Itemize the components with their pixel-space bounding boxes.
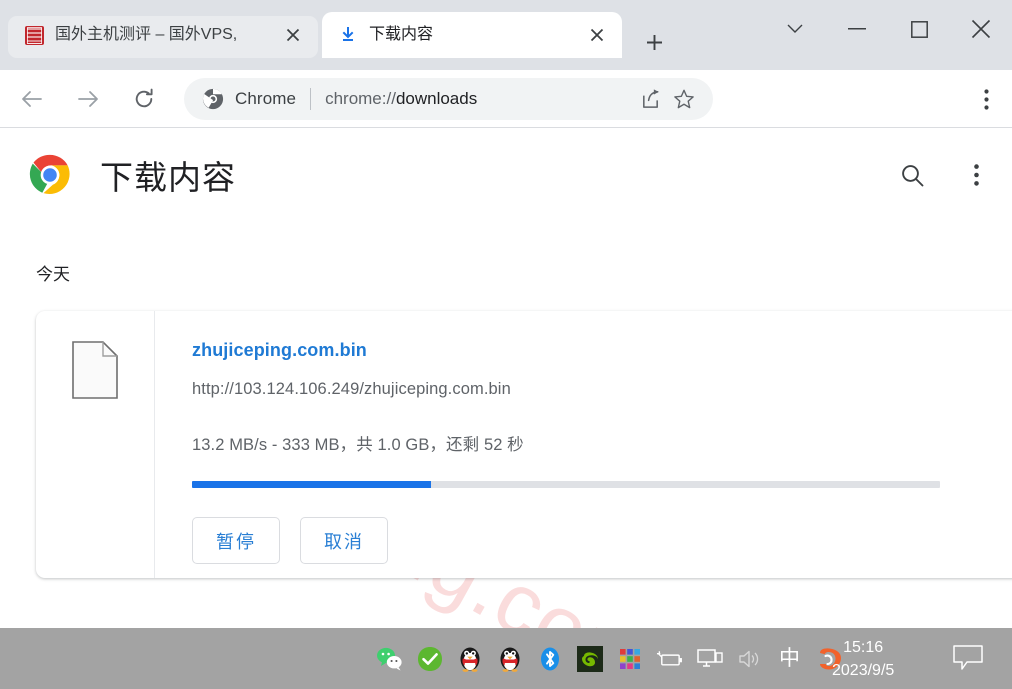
browser-window: 国外主机测评 – 国外VPS, 下载内容 Chrome chrome://dow… — [0, 0, 1012, 628]
star-icon — [674, 89, 694, 108]
file-icon-column — [36, 311, 155, 578]
tab-strip: 国外主机测评 – 国外VPS, 下载内容 — [0, 0, 1012, 70]
search-downloads-button[interactable] — [890, 153, 934, 197]
wechat-icon[interactable] — [376, 645, 403, 672]
tab-downloads[interactable]: 下载内容 — [322, 12, 622, 58]
url-scheme: chrome:// — [325, 88, 396, 108]
share-button[interactable] — [633, 82, 667, 116]
download-item-card: zhujiceping.com.bin http://103.124.106.2… — [36, 311, 1012, 578]
download-filename-link[interactable]: zhujiceping.com.bin — [192, 340, 367, 361]
checkmark-icon[interactable] — [416, 645, 443, 672]
download-card-actions: 暂停 取消 — [192, 517, 1012, 564]
url-path: downloads — [395, 88, 478, 108]
close-window-button[interactable] — [950, 0, 1012, 58]
arrow-left-icon — [22, 90, 42, 107]
ime-label: 中 — [779, 646, 800, 670]
maximize-icon — [910, 20, 928, 38]
address-bar[interactable]: Chrome chrome://downloads — [184, 77, 713, 120]
window-controls — [764, 0, 1012, 58]
download-icon — [338, 25, 358, 45]
reload-button[interactable] — [124, 79, 164, 119]
omnibox-separator — [310, 87, 312, 110]
tab-background[interactable]: 国外主机测评 – 国外VPS, — [8, 12, 318, 58]
notification-button[interactable] — [952, 644, 984, 672]
downloads-date-group-label: 今天 — [36, 265, 70, 284]
new-tab-button[interactable] — [636, 24, 672, 60]
close-icon — [286, 28, 300, 42]
chrome-logo-icon — [202, 88, 224, 110]
ime-chinese-icon[interactable]: 中 — [776, 645, 803, 672]
plus-icon — [646, 34, 662, 50]
browser-toolbar: Chrome chrome://downloads — [0, 70, 1012, 128]
qq-penguin-icon[interactable] — [456, 645, 483, 672]
tab-title: 国外主机测评 – 国外VPS, — [55, 26, 238, 43]
download-source-url: http://103.124.106.249/zhujiceping.com.b… — [192, 380, 511, 398]
close-icon — [971, 19, 991, 39]
browser-menu-button[interactable] — [966, 79, 1006, 119]
tab-close-button[interactable] — [584, 22, 610, 48]
downloads-page-header: 下载内容 — [0, 129, 1012, 221]
tab-search-button[interactable] — [764, 0, 826, 58]
clock-date: 2023/9/5 — [832, 661, 895, 679]
downloads-page: zhujiceping.com 下载内容 — [0, 129, 1012, 628]
generic-file-icon — [72, 341, 118, 399]
download-status-text: 13.2 MB/s - 333 MB，共 1.0 GB，还剩 52 秒 — [192, 436, 524, 454]
notification-bubble-icon — [953, 645, 983, 670]
share-icon — [642, 89, 659, 108]
chrome-logo-color-icon — [28, 153, 72, 197]
clock-time: 15:16 — [843, 638, 884, 656]
reload-icon — [135, 88, 153, 107]
omnibox-url-text: chrome://downloads — [325, 89, 633, 109]
omnibox-chrome-label: Chrome — [235, 88, 297, 108]
qq-penguin-2-icon[interactable] — [496, 645, 523, 672]
downloads-menu-button[interactable] — [954, 153, 998, 197]
minimize-icon — [848, 28, 866, 30]
nvidia-icon[interactable] — [576, 645, 603, 672]
download-progress-fill — [192, 481, 432, 488]
pause-button[interactable]: 暂停 — [192, 517, 280, 564]
battery-icon[interactable] — [656, 645, 683, 672]
three-dot-menu-icon — [973, 164, 979, 186]
system-tray: 中 — [376, 628, 843, 689]
search-icon — [901, 164, 923, 186]
taskbar-clock[interactable]: 15:16 2023/9/5 — [832, 628, 894, 689]
chevron-down-icon — [787, 24, 803, 33]
bookmark-star-button[interactable] — [667, 82, 701, 116]
downloads-header-actions — [890, 153, 998, 197]
arrow-right-icon — [78, 90, 98, 107]
volume-icon[interactable] — [736, 645, 763, 672]
close-icon — [590, 28, 604, 42]
minimize-button[interactable] — [826, 0, 888, 58]
download-progress-bar — [192, 481, 940, 488]
color-grid-icon[interactable] — [616, 645, 643, 672]
three-dot-menu-icon — [983, 88, 989, 110]
cancel-button[interactable]: 取消 — [300, 517, 388, 564]
bluetooth-icon[interactable] — [536, 645, 563, 672]
tab-title: 下载内容 — [369, 26, 434, 43]
windows-taskbar: 中 15:16 2023/9/5 — [0, 628, 1012, 689]
red-site-favicon-icon — [24, 25, 44, 45]
back-button[interactable] — [12, 79, 52, 119]
display-icon[interactable] — [696, 645, 723, 672]
tab-close-button[interactable] — [280, 22, 306, 48]
page-title: 下载内容 — [100, 159, 236, 196]
forward-button[interactable] — [68, 79, 108, 119]
download-card-body: zhujiceping.com.bin http://103.124.106.2… — [155, 311, 1012, 578]
maximize-button[interactable] — [888, 0, 950, 58]
